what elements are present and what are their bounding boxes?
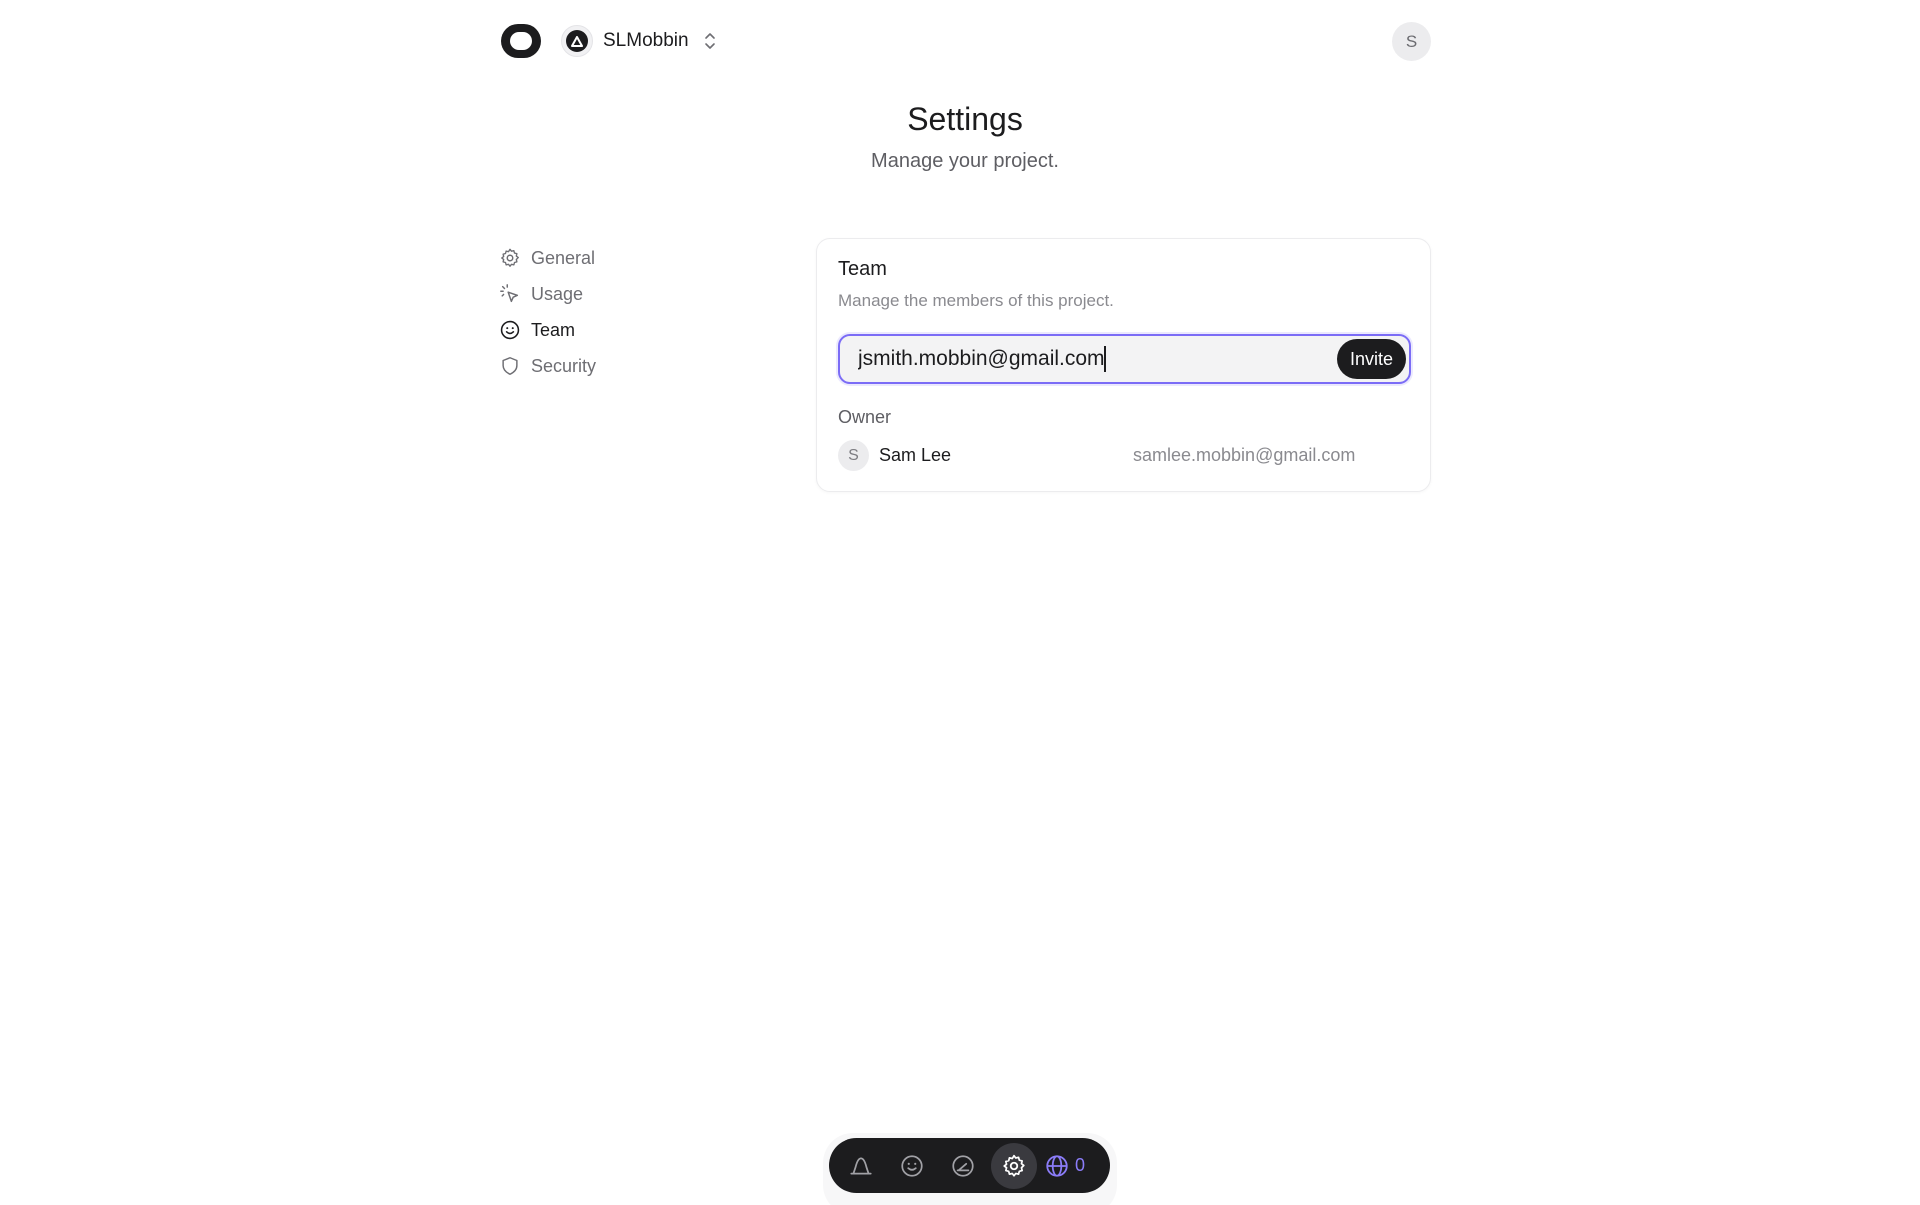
project-icon (561, 25, 593, 57)
project-switcher[interactable]: SLMobbin (561, 24, 717, 58)
dock-usage-button[interactable] (940, 1143, 986, 1189)
page-subtitle: Manage your project. (871, 150, 1059, 172)
smile-icon (500, 320, 520, 340)
sidebar-item-usage[interactable]: Usage (499, 276, 699, 312)
invite-email-input[interactable] (858, 336, 1308, 382)
sidebar-item-team[interactable]: Team (499, 312, 699, 348)
sidebar-item-general[interactable]: General (499, 240, 699, 276)
owner-section-label: Owner (838, 407, 892, 427)
team-card: Team Manage the members of this project.… (816, 238, 1431, 492)
project-name: SLMobbin (603, 30, 689, 51)
invite-button[interactable]: Invite (1336, 339, 1406, 379)
member-name: Sam Lee (879, 445, 952, 465)
card-description: Manage the members of this project. (838, 291, 1114, 310)
member-row: S Sam Lee samlee.mobbin@gmail.com (838, 440, 1398, 472)
invite-field: Invite (838, 334, 1411, 384)
dock-notifications-button[interactable] (838, 1143, 884, 1189)
cursor-click-icon (500, 284, 519, 303)
globe-icon (1046, 1154, 1068, 1177)
sidebar-item-label: Team (531, 319, 576, 340)
sidebar-item-label: Security (531, 355, 597, 376)
text-caret (1104, 346, 1106, 372)
app-logo[interactable] (501, 24, 541, 58)
triangle-icon (571, 35, 583, 47)
chevron-up-down-icon (703, 31, 717, 51)
dock-team-button[interactable] (889, 1143, 935, 1189)
bell-icon (850, 1157, 872, 1174)
globe-count: 0 (1075, 1155, 1086, 1175)
sidebar-item-security[interactable]: Security (499, 348, 699, 384)
sidebar-item-label: Usage (531, 283, 584, 304)
dock-settings-button[interactable] (991, 1142, 1037, 1189)
settings-sidebar: General Usage Team Security (499, 240, 699, 384)
shield-icon (502, 357, 518, 375)
settings-page: SLMobbin S Settings Manage your project.… (0, 0, 1920, 1205)
card-title: Team (838, 258, 887, 280)
logo-mark (510, 32, 532, 50)
user-avatar[interactable]: S (1392, 22, 1431, 61)
page-title: Settings (907, 101, 1023, 137)
gear-icon (1003, 1154, 1025, 1177)
dock-globe-button[interactable]: 0 (1044, 1153, 1085, 1179)
sidebar-item-label: General (531, 247, 596, 268)
member-avatar: S (838, 440, 869, 471)
gauge-icon (952, 1154, 974, 1177)
bottom-dock: 0 (829, 1138, 1110, 1193)
gear-icon (501, 248, 519, 267)
smile-icon (901, 1154, 923, 1177)
member-email: samlee.mobbin@gmail.com (1133, 445, 1356, 465)
